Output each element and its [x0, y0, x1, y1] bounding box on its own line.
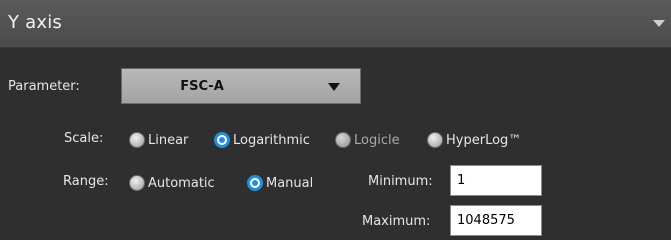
parameter-selected-value: FSC-A: [180, 79, 224, 94]
scale-hyperlog-radio[interactable]: HyperLog™: [427, 130, 521, 150]
panel-header[interactable]: Y axis: [0, 0, 671, 48]
radio-unselected-icon: [335, 132, 351, 148]
y-axis-panel: Y axis Parameter: FSC-A Scale: Linear Lo…: [0, 0, 671, 240]
scale-logarithmic-radio[interactable]: Logarithmic: [214, 130, 310, 150]
radio-unselected-icon: [129, 132, 145, 148]
radio-label: Linear: [148, 132, 189, 148]
parameter-dropdown[interactable]: FSC-A: [121, 68, 361, 104]
minimum-label: Minimum:: [368, 174, 433, 189]
range-manual-radio[interactable]: Manual: [247, 173, 313, 193]
radio-label: Logarithmic: [233, 132, 310, 148]
maximum-input[interactable]: [450, 205, 542, 236]
minimum-input[interactable]: [450, 165, 542, 196]
radio-unselected-icon: [427, 132, 443, 148]
scale-label: Scale:: [64, 131, 104, 146]
radio-label: HyperLog™: [446, 132, 522, 148]
parameter-label: Parameter:: [8, 79, 80, 94]
range-automatic-radio[interactable]: Automatic: [129, 173, 215, 193]
radio-selected-icon: [247, 175, 263, 191]
dropdown-arrow-icon: [328, 83, 340, 91]
range-label: Range:: [63, 174, 109, 189]
panel-title: Y axis: [8, 12, 62, 33]
maximum-label: Maximum:: [362, 214, 431, 229]
radio-unselected-icon: [129, 175, 145, 191]
radio-selected-icon: [214, 132, 230, 148]
scale-logicle-radio[interactable]: Logicle: [335, 130, 400, 150]
radio-label: Logicle: [354, 132, 400, 148]
collapse-chevron-icon[interactable]: [653, 20, 665, 27]
radio-label: Automatic: [148, 175, 215, 191]
radio-label: Manual: [266, 175, 314, 191]
scale-linear-radio[interactable]: Linear: [129, 130, 188, 150]
